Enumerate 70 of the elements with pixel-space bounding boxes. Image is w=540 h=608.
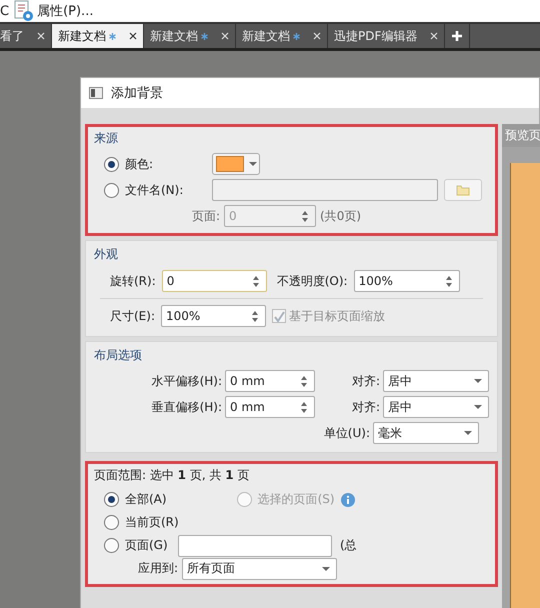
caret-icon: [464, 431, 472, 435]
size-label: 尺寸(E):: [110, 308, 155, 324]
align-dropdown[interactable]: 居中: [383, 396, 489, 418]
color-picker-button[interactable]: [212, 153, 260, 175]
radio-button[interactable]: [104, 182, 119, 198]
opacity-label: 不透明度(O):: [276, 272, 348, 290]
spinner-icon: [300, 400, 308, 414]
section-title: 页面范围: 选中 1 页, 共 1 页: [94, 467, 250, 484]
radio-label[interactable]: 页面(G): [125, 537, 168, 554]
plus-icon: [452, 31, 462, 41]
spinner-icon: [252, 274, 260, 288]
section-title: 布局选项: [94, 347, 143, 364]
page-label: 页面:: [192, 208, 220, 224]
offset-field[interactable]: 0 mm: [225, 396, 315, 418]
radio-button[interactable]: [104, 515, 119, 530]
toolbar-text: C: [0, 4, 10, 18]
caret-icon: [322, 566, 330, 570]
page-range-field[interactable]: [178, 534, 332, 556]
folder-icon: [456, 184, 470, 196]
radio-label[interactable]: 文件名(N):: [125, 182, 184, 198]
opacity-field[interactable]: 100%: [354, 270, 460, 292]
offset-field[interactable]: 0 mm: [225, 370, 315, 392]
caret-icon: [474, 405, 482, 409]
radio-button[interactable]: [104, 538, 119, 553]
size-field[interactable]: 100%: [161, 305, 266, 327]
align-label: 对齐:: [350, 372, 380, 390]
asterisk-icon: [201, 32, 208, 40]
apply-to-dropdown[interactable]: 所有页面: [182, 558, 338, 580]
document-tab[interactable]: 新建文档: [236, 24, 328, 48]
close-icon: [37, 32, 45, 40]
page-count-text: (共0页): [320, 208, 362, 224]
info-icon: [340, 492, 355, 506]
offset-label: 水平偏移(H):: [150, 372, 222, 390]
asterisk-icon: [293, 32, 300, 40]
caret-icon: [474, 379, 482, 383]
properties-menu-item[interactable]: 属性(P)...: [37, 2, 94, 20]
radio-label[interactable]: 当前页(R): [125, 514, 179, 531]
radio-button[interactable]: [104, 492, 119, 507]
checkbox-label: 基于目标页面缩放: [289, 308, 385, 324]
section-title: 来源: [94, 130, 119, 147]
spinner-icon: [444, 274, 453, 288]
unit-label: 单位(U):: [324, 424, 370, 442]
asterisk-icon: [109, 32, 116, 40]
radio-label: 选择的页面(S): [258, 491, 335, 508]
rotation-label: 旋转(R):: [110, 272, 156, 290]
document-tab[interactable]: 迅捷PDF编辑器: [328, 24, 446, 48]
close-icon: [221, 32, 229, 40]
apply-to-label: 应用到:: [138, 560, 178, 577]
unit-dropdown[interactable]: 毫米: [373, 422, 479, 444]
file-name-field[interactable]: [212, 179, 438, 201]
total-text: (总: [340, 537, 357, 554]
offset-label: 垂直偏移(H):: [150, 398, 222, 416]
close-icon: [313, 32, 321, 40]
radio-button[interactable]: [104, 156, 119, 172]
caret-icon: [249, 162, 257, 166]
radio-label[interactable]: 颜色:: [125, 156, 154, 172]
document-tab[interactable]: 新建文档: [52, 24, 144, 48]
spinner-icon: [300, 374, 308, 388]
close-icon: [430, 32, 438, 40]
rotation-field[interactable]: 0: [162, 270, 267, 292]
spinner-icon: [251, 310, 259, 322]
close-icon: [129, 32, 137, 40]
align-dropdown[interactable]: 居中: [383, 370, 489, 392]
document-tab[interactable]: 新建文档: [144, 24, 236, 48]
radio-label[interactable]: 全部(A): [125, 491, 167, 508]
window-icon: [89, 87, 103, 99]
section-title: 外观: [94, 246, 119, 263]
spinner-icon: [301, 210, 310, 222]
dialog-title: 添加背景: [111, 85, 163, 102]
align-label: 对齐:: [350, 398, 380, 416]
